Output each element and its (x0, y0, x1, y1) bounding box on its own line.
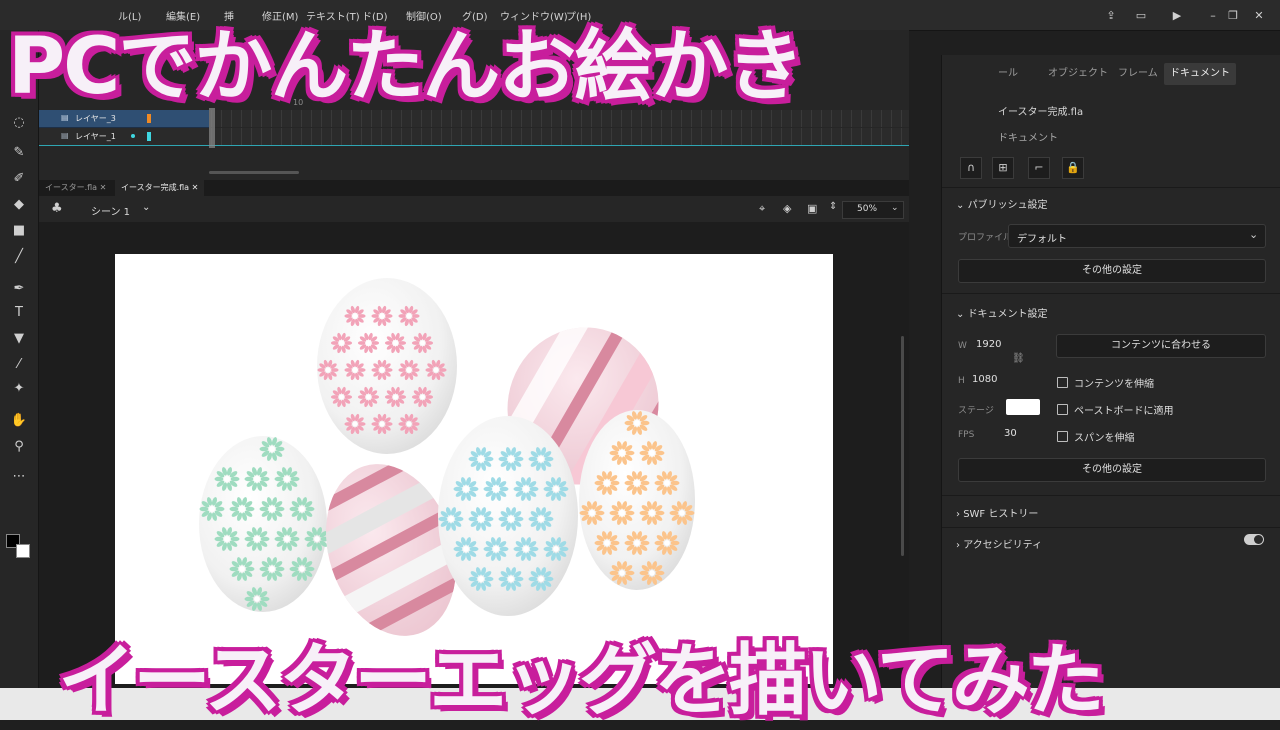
profile-select[interactable]: デフォルト ⌄ (1008, 224, 1266, 248)
accessibility-label: アクセシビリティ (963, 540, 1043, 551)
center-stage-icon[interactable]: ⌖ (759, 202, 765, 216)
tab-document[interactable]: イースター.fla ✕ (39, 180, 112, 196)
clip-icon[interactable]: ◈ (783, 202, 791, 215)
swf-history-label: SWF ヒストリー (963, 509, 1039, 520)
divider (942, 495, 1280, 496)
scene-bar: ♣ シーン 1 ⌄ ⌖ ◈ ▣ ⇕ 50% ⌄ (39, 196, 909, 222)
checkbox-label: コンテンツを伸縮 (1074, 379, 1154, 390)
close-icon[interactable]: ✕ (1250, 6, 1268, 24)
toggle-knob (1254, 535, 1263, 544)
width-label: W (958, 341, 967, 351)
link-icon[interactable]: ⛓ (1012, 353, 1025, 364)
egg-orange-flowers (579, 410, 695, 590)
fps-value[interactable]: 30 (1004, 428, 1017, 439)
profile-value: デフォルト (1017, 234, 1067, 245)
scene-icon[interactable]: ♣ (51, 201, 63, 216)
checkbox-scale-content[interactable] (1057, 377, 1068, 388)
fit-icon[interactable]: ▣ (807, 202, 817, 215)
egg-green-flowers (199, 436, 327, 612)
fps-label: FPS (958, 430, 975, 440)
accessibility-toggle[interactable] (1244, 534, 1264, 545)
height-label: H (958, 376, 965, 386)
tab-document[interactable]: ドキュメント (1164, 63, 1236, 85)
test-movie-icon[interactable]: ▶ (1168, 6, 1186, 24)
maximize-icon[interactable]: ❐ (1224, 6, 1242, 24)
paint-brush-icon[interactable]: ✐ (9, 168, 29, 188)
tab-label: イースター完成.fla (121, 183, 190, 192)
tab-document-active[interactable]: イースター完成.fla ✕ (115, 180, 205, 196)
vertical-scrollbar[interactable] (901, 336, 904, 556)
document-more-settings-button[interactable]: その他の設定 (958, 458, 1266, 482)
paint-bucket-icon[interactable]: ▼ (9, 328, 29, 348)
accessibility-header[interactable]: › アクセシビリティ (956, 536, 1042, 551)
lock-icon[interactable]: 🔒 (1062, 157, 1084, 179)
overlay-title-top: PCでかんたんお絵かき (6, 21, 805, 114)
publish-more-settings-button[interactable]: その他の設定 (958, 259, 1266, 283)
checkbox-span[interactable] (1057, 431, 1068, 442)
eraser-icon[interactable]: ◆ (9, 194, 29, 214)
chevron-down-icon[interactable]: ⌄ (142, 202, 150, 213)
more-tools-icon[interactable]: ⋯ (9, 466, 29, 486)
hand-icon[interactable]: ✋ (9, 410, 29, 430)
brush-icon[interactable]: ✎ (9, 142, 29, 162)
divider (942, 187, 1280, 188)
overlay-title-bottom: イースターエッグを描いてみた (57, 635, 1107, 728)
divider (942, 293, 1280, 294)
document-tabs: イースター.fla ✕ イースター完成.fla ✕ (39, 180, 909, 196)
chevron-down-icon: ⌄ (1249, 228, 1259, 241)
zoom-icon[interactable]: ⚲ (9, 436, 29, 456)
rectangle-icon[interactable]: ■ (9, 220, 29, 240)
checkbox-pasteboard[interactable] (1057, 404, 1068, 415)
stage-color-swatch[interactable] (1006, 399, 1040, 415)
publish-header-label: パブリッシュ設定 (967, 200, 1048, 211)
fill-color-swatch[interactable] (16, 544, 30, 558)
tab-label: イースター.fla (45, 183, 98, 192)
text-tool-icon[interactable]: T (9, 302, 29, 322)
width-value[interactable]: 1920 (976, 339, 1001, 350)
file-name: イースター完成.fla (998, 107, 1084, 118)
publish-section-header[interactable]: ⌄ パブリッシュ設定 (956, 196, 1048, 211)
tab-frame[interactable]: フレーム (1112, 63, 1164, 85)
swf-history-header[interactable]: › SWF ヒストリー (956, 505, 1038, 520)
rotate-icon[interactable]: ⇕ (829, 201, 837, 212)
frame-track[interactable] (211, 128, 909, 145)
doc-type: ドキュメント (998, 133, 1058, 144)
layer-color-tag (147, 132, 151, 141)
document-header-label: ドキュメント設定 (967, 309, 1048, 320)
ruler-icon[interactable]: ⊞ (992, 157, 1014, 179)
layer-row[interactable]: ▤ レイヤー_1 (39, 128, 209, 146)
profile-label: プロファイル (958, 233, 1013, 243)
line-icon[interactable]: ╱ (9, 246, 29, 266)
minimize-icon[interactable]: – (1204, 6, 1222, 24)
snap-icon[interactable]: ∩ (960, 157, 982, 179)
layer-dot (131, 134, 135, 138)
scene-label[interactable]: シーン 1 (91, 203, 130, 218)
chevron-down-icon: ⌄ (891, 203, 899, 213)
timeline-scrollbar[interactable] (209, 171, 299, 174)
pin-icon[interactable]: ✦ (9, 378, 29, 398)
checkbox-label: スパンを伸縮 (1074, 433, 1135, 444)
layer-name: レイヤー_1 (75, 132, 116, 141)
guide-icon[interactable]: ⌐ (1028, 157, 1050, 179)
share-icon[interactable]: ⇪ (1102, 6, 1120, 24)
timeline-divider (39, 145, 909, 146)
document-section-header[interactable]: ⌄ ドキュメント設定 (956, 305, 1048, 320)
height-value[interactable]: 1080 (972, 374, 997, 385)
panel-layout-icon[interactable]: ▭ (1132, 6, 1150, 24)
layer-icon: ▤ (61, 131, 69, 140)
divider (942, 527, 1280, 528)
zoom-value: 50% (857, 204, 878, 214)
pen-icon[interactable]: ✒ (9, 278, 29, 298)
tab-object[interactable]: オブジェクト (1042, 63, 1114, 85)
checkbox-label: ペーストボードに適用 (1074, 406, 1174, 417)
tools-panel: ◌ ✎ ✐ ◆ ■ ╱ ✒ T ▼ ⁄ ✦ ✋ ⚲ ⋯ (0, 30, 39, 720)
tab-tool[interactable]: ール (992, 63, 1024, 85)
stage-label: ステージ (958, 406, 994, 416)
eyedropper-icon[interactable]: ⁄ (9, 354, 29, 374)
fit-content-button[interactable]: コンテンツに合わせる (1056, 334, 1266, 358)
zoom-select[interactable]: 50% ⌄ (842, 201, 904, 219)
